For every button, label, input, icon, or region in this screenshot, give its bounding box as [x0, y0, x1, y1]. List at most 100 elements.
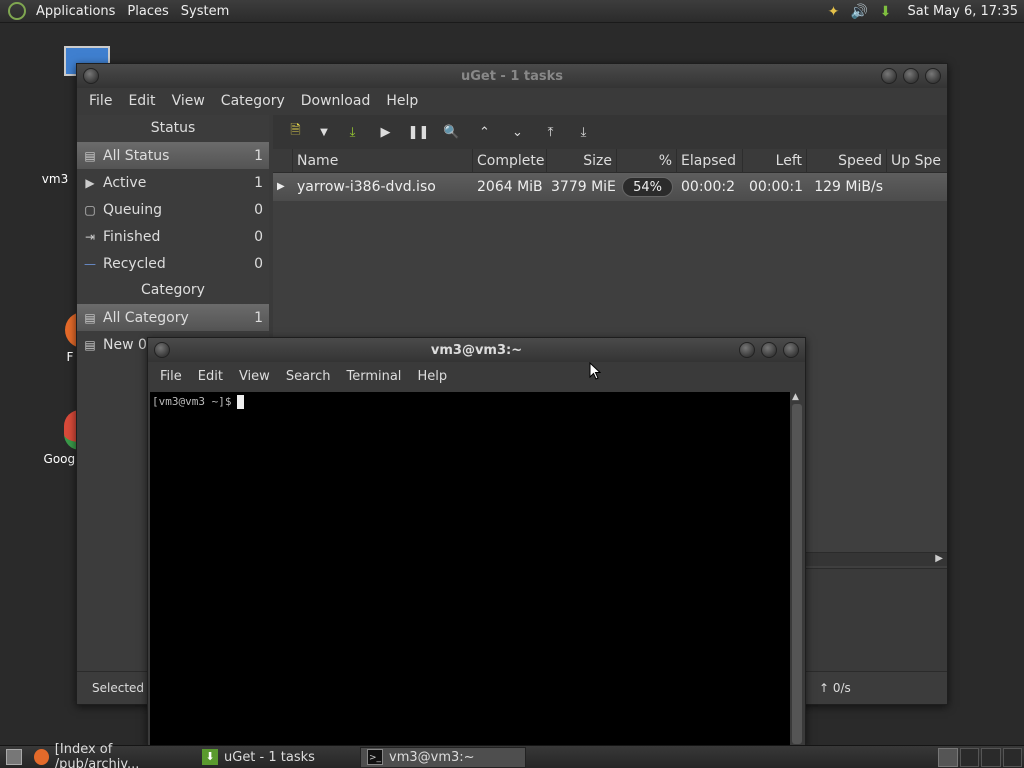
- mouse-pointer-icon: [589, 362, 601, 380]
- taskbar-item-browser[interactable]: [Index of /pub/archiv...: [28, 742, 196, 768]
- menu-help[interactable]: Help: [409, 369, 455, 384]
- taskbar-item-uget[interactable]: ⬇ uGet - 1 tasks: [196, 747, 360, 768]
- status-item-finished[interactable]: ⇥ Finished 0: [77, 223, 269, 250]
- menu-file[interactable]: File: [81, 93, 120, 109]
- workspace-switcher[interactable]: [938, 748, 1022, 767]
- col-up-speed[interactable]: Up Spe: [887, 149, 947, 173]
- col-left[interactable]: Left: [743, 148, 807, 173]
- start-icon[interactable]: ▶: [371, 119, 400, 145]
- move-up-icon[interactable]: ⌃: [470, 119, 499, 145]
- window-menu-button[interactable]: [154, 342, 170, 358]
- status-item-all[interactable]: ▤ All Status 1: [77, 142, 269, 169]
- desktop-icon-label: vm3: [41, 172, 69, 186]
- places-menu[interactable]: Places: [121, 4, 174, 19]
- terminal-screen[interactable]: [vm3@vm3 ~]$: [150, 392, 791, 747]
- col-complete[interactable]: Complete: [473, 148, 547, 173]
- category-icon: ▤: [84, 337, 96, 352]
- workspace-1[interactable]: [938, 748, 958, 767]
- queue-icon: ▢: [84, 202, 96, 217]
- minimize-button[interactable]: [739, 342, 755, 358]
- menu-category[interactable]: Category: [213, 93, 293, 109]
- applications-menu[interactable]: Applications: [30, 4, 121, 19]
- close-button[interactable]: [783, 342, 799, 358]
- status-item-queuing[interactable]: ▢ Queuing 0: [77, 196, 269, 223]
- scroll-right-icon[interactable]: ▶: [935, 553, 943, 564]
- recycle-icon: —: [84, 256, 96, 271]
- bottom-taskbar: [Index of /pub/archiv... ⬇ uGet - 1 task…: [0, 742, 1024, 768]
- window-title: uGet - 1 tasks: [460, 68, 564, 84]
- menu-terminal[interactable]: Terminal: [338, 369, 409, 384]
- col-speed[interactable]: Speed: [807, 148, 887, 173]
- col-name[interactable]: Name: [293, 148, 473, 173]
- new-download-icon[interactable]: 🗎: [281, 119, 310, 145]
- col-expander: [273, 148, 293, 173]
- col-percent[interactable]: %: [617, 148, 677, 173]
- row-speed: 129 MiB/s: [814, 179, 883, 195]
- workspace-3[interactable]: [981, 748, 1001, 767]
- clock[interactable]: Sat May 6, 17:35: [902, 4, 1020, 19]
- status-item-active[interactable]: ▶ Active 1: [77, 169, 269, 196]
- terminal-prompt: [vm3@vm3 ~]$: [152, 395, 232, 408]
- gnome-foot-icon[interactable]: [8, 2, 26, 20]
- move-bottom-icon[interactable]: ⤓: [569, 119, 598, 145]
- menu-view[interactable]: View: [231, 369, 278, 384]
- col-size[interactable]: Size: [547, 148, 617, 173]
- status-item-recycled[interactable]: — Recycled 0: [77, 250, 269, 277]
- show-desktop-button[interactable]: [0, 747, 28, 768]
- row-name: yarrow-i386-dvd.iso: [297, 179, 436, 195]
- maximize-button[interactable]: [761, 342, 777, 358]
- menu-edit[interactable]: Edit: [120, 93, 163, 109]
- minimize-button[interactable]: [881, 68, 897, 84]
- maximize-button[interactable]: [903, 68, 919, 84]
- menu-help[interactable]: Help: [378, 93, 426, 109]
- terminal-window: vm3@vm3:~ File Edit View Search Terminal…: [147, 337, 806, 747]
- vertical-scrollbar[interactable]: ▲: [790, 392, 804, 747]
- properties-icon[interactable]: 🔍: [437, 119, 466, 145]
- status-item-label: Finished: [103, 228, 161, 245]
- uget-tray-icon[interactable]: ⬇: [876, 3, 896, 21]
- col-elapsed[interactable]: Elapsed: [677, 148, 743, 173]
- row-expander-icon[interactable]: ▶: [273, 173, 293, 201]
- taskbar-item-terminal[interactable]: >_ vm3@vm3:~: [360, 746, 526, 768]
- show-desktop-icon: [6, 749, 22, 765]
- workspace-2[interactable]: [959, 748, 979, 767]
- all-category-icon: ▤: [84, 310, 96, 325]
- move-top-icon[interactable]: ⤒: [536, 119, 565, 145]
- scroll-up-icon[interactable]: ▲: [792, 392, 799, 402]
- status-item-label: Recycled: [103, 255, 166, 272]
- menu-view[interactable]: View: [164, 93, 213, 109]
- status-item-count: 0: [254, 201, 263, 218]
- download-row[interactable]: ▶ yarrow-i386-dvd.iso 2064 MiB 3779 MiE …: [273, 173, 947, 201]
- desktop-icon-firefox[interactable]: F: [40, 312, 85, 364]
- row-elapsed: 00:00:2: [681, 179, 735, 195]
- progress-pill: 54%: [622, 177, 673, 197]
- play-icon: ▶: [85, 175, 95, 190]
- close-button[interactable]: [925, 68, 941, 84]
- dropdown-arrow-icon[interactable]: ▼: [314, 119, 334, 145]
- menu-edit[interactable]: Edit: [190, 369, 231, 384]
- top-panel: Applications Places System ✦ 🔊 ⬇ Sat May…: [0, 0, 1024, 23]
- scroll-thumb[interactable]: [792, 404, 802, 744]
- terminal-cursor: [237, 395, 245, 409]
- window-menu-button[interactable]: [83, 68, 99, 84]
- pause-icon[interactable]: ❚❚: [404, 119, 433, 145]
- taskbar-item-label: vm3@vm3:~: [389, 749, 475, 765]
- menu-search[interactable]: Search: [278, 369, 339, 384]
- menu-download[interactable]: Download: [293, 93, 379, 109]
- desktop-icon-label: F: [66, 350, 74, 364]
- category-item-all[interactable]: ▤ All Category 1: [77, 304, 269, 331]
- workspace-4[interactable]: [1002, 748, 1022, 767]
- move-down-icon[interactable]: ⌄: [503, 119, 532, 145]
- terminal-titlebar[interactable]: vm3@vm3:~: [148, 338, 805, 362]
- status-item-count: 0: [254, 228, 263, 245]
- system-menu[interactable]: System: [175, 4, 235, 19]
- status-item-label: All Status: [103, 147, 170, 164]
- volume-icon[interactable]: 🔊: [850, 3, 870, 21]
- uget-icon: ⬇: [202, 749, 218, 765]
- bee-icon[interactable]: ✦: [824, 3, 844, 21]
- menu-file[interactable]: File: [152, 369, 190, 384]
- batch-download-icon[interactable]: ⤓: [338, 119, 367, 145]
- uget-titlebar[interactable]: uGet - 1 tasks: [77, 64, 947, 88]
- status-upload-speed: ↑ 0/s: [819, 681, 851, 695]
- desktop-icon-home[interactable]: vm3: [30, 130, 80, 186]
